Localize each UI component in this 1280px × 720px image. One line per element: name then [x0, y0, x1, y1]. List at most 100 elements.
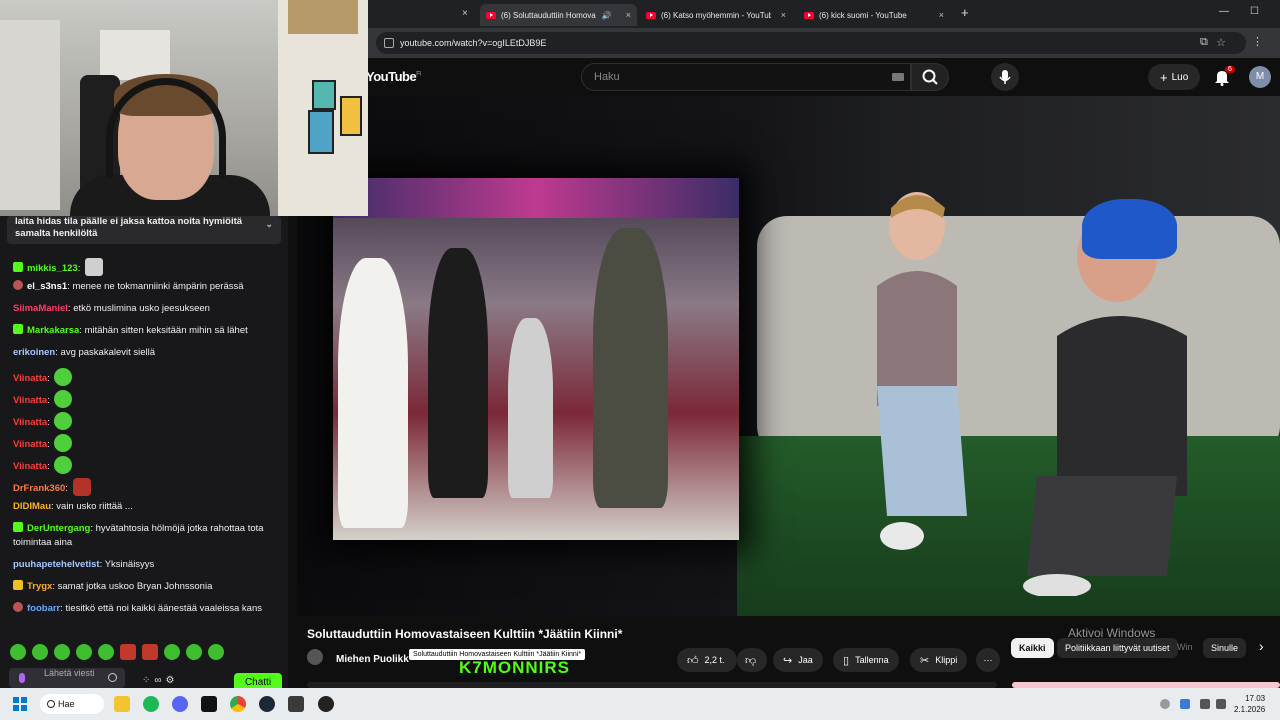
chat-username[interactable]: DerUntergang: [27, 523, 90, 534]
search-placeholder: Haku: [594, 71, 620, 83]
chat-username[interactable]: mikkis_123: [27, 263, 78, 274]
youtube-logo[interactable]: YouTubeFI: [366, 69, 421, 84]
chat-message: DIDIMau: vain usko riittää ...: [13, 501, 133, 512]
chevron-down-icon[interactable]: ⌄: [265, 218, 273, 230]
chat-emote-icon: [54, 412, 73, 430]
logo-text: YouTube: [366, 69, 417, 84]
chat-username[interactable]: Markakarsa: [27, 325, 79, 336]
chat-message: DrFrank360:: [13, 478, 281, 496]
search-button[interactable]: [911, 63, 949, 91]
x-app-icon[interactable]: [201, 696, 217, 712]
tab-kick-suomi[interactable]: (6) kick suomi - YouTube ×: [798, 4, 950, 26]
site-info-icon[interactable]: [384, 38, 394, 48]
new-tab-button[interactable]: +: [961, 5, 969, 20]
emote-icon[interactable]: [76, 644, 92, 660]
windows-start-icon[interactable]: [13, 697, 27, 711]
obs-icon[interactable]: [318, 696, 334, 712]
emote-icon[interactable]: [208, 644, 224, 660]
extensions-icon[interactable]: ⧉: [1200, 36, 1208, 49]
channel-name[interactable]: Miehen Puolikk: [336, 654, 409, 665]
account-avatar[interactable]: M: [1249, 66, 1271, 88]
network-icon[interactable]: [1200, 699, 1210, 709]
volume-icon[interactable]: [1216, 699, 1226, 709]
chips-next-icon[interactable]: ›: [1259, 638, 1264, 654]
emoji-picker-icon[interactable]: [108, 673, 117, 682]
chat-username[interactable]: el_s3ns1: [27, 281, 67, 292]
chat-message-input[interactable]: Lähetä viesti: [9, 668, 125, 688]
emote-icon[interactable]: [186, 644, 202, 660]
chat-username[interactable]: Viinatta: [13, 395, 47, 406]
tab-active-video[interactable]: (6) Soluttauduttiin Homova 🔊 ×: [480, 4, 637, 26]
chat-message: SiimaManiel: etkö muslimina usko jeesuks…: [13, 303, 210, 314]
search-input[interactable]: Haku: [581, 63, 911, 91]
chip-politics-news[interactable]: Politiikkaan liittyvät uutiset: [1057, 638, 1178, 658]
create-button[interactable]: + Luo: [1148, 64, 1201, 90]
rl-app-icon[interactable]: [288, 696, 304, 712]
minimize-icon[interactable]: —: [1219, 6, 1229, 17]
chat-message: DerUntergang: hyvätahtosia hölmöjä jotka…: [13, 522, 264, 548]
tab-watch-later[interactable]: (6) Katso myöhemmin - YouTube ×: [640, 4, 792, 26]
emote-icon[interactable]: [32, 644, 48, 660]
discord-icon[interactable]: [172, 696, 188, 712]
emote-icon[interactable]: [142, 644, 158, 660]
tray-app-icon[interactable]: [1180, 699, 1190, 709]
more-actions-button[interactable]: ⋯: [976, 648, 1000, 672]
chat-username[interactable]: Viinatta: [13, 461, 47, 472]
chat-message-text: vain usko riittää ...: [56, 501, 133, 512]
gear-icon[interactable]: ⚙: [166, 675, 179, 686]
chat-username[interactable]: erikoinen: [13, 347, 55, 358]
maximize-icon[interactable]: ☐: [1250, 6, 1259, 17]
file-explorer-icon[interactable]: [114, 696, 130, 712]
chrome-icon[interactable]: [230, 696, 246, 712]
tab-close-icon[interactable]: ×: [939, 10, 944, 20]
steam-icon[interactable]: [259, 696, 275, 712]
share-label: Jaa: [798, 655, 813, 665]
save-button[interactable]: ▯ Tallenna: [833, 648, 899, 672]
voice-search-button[interactable]: [991, 63, 1019, 91]
chat-message-text: samat jotka uskoo Bryan Johnssonia: [57, 581, 213, 592]
channel-avatar[interactable]: [307, 649, 323, 665]
emote-icon[interactable]: [164, 644, 180, 660]
video-player[interactable]: [297, 96, 1280, 616]
pinned-message[interactable]: laita hidas tila päälle ei jaksa kattoa …: [7, 216, 281, 244]
like-button[interactable]: 👍︎ 2,2 t.: [677, 648, 737, 672]
dislike-button[interactable]: 👎︎: [737, 648, 767, 672]
spotify-icon[interactable]: [143, 696, 159, 712]
tab-label: (6) Katso myöhemmin - YouTube: [661, 10, 771, 20]
chat-username[interactable]: SiimaManiel: [13, 303, 68, 314]
tab-close-icon[interactable]: ×: [462, 8, 468, 19]
chat-message: Viinatta:: [13, 412, 281, 430]
share-button[interactable]: ↪ Jaa: [773, 648, 823, 672]
chat-message: el_s3ns1: menee ne tokmanniinki ämpärin …: [13, 280, 281, 294]
chat-username[interactable]: Viinatta: [13, 373, 47, 384]
chat-username[interactable]: DIDIMau: [13, 501, 51, 512]
tab-close-icon[interactable]: ×: [626, 10, 631, 20]
chat-username[interactable]: puuhapetehelvetist: [13, 559, 100, 570]
bookmark-star-icon[interactable]: ☆: [1216, 36, 1226, 49]
chat-username[interactable]: Viinatta: [13, 417, 47, 428]
emote-icon[interactable]: [10, 644, 26, 660]
clip-button[interactable]: ✂ Klippi: [910, 648, 968, 672]
chip-for-you[interactable]: Sinulle: [1203, 638, 1247, 658]
emote-icon[interactable]: [54, 644, 70, 660]
emote-icon[interactable]: [120, 644, 136, 660]
keyboard-icon[interactable]: [892, 73, 904, 81]
tray-chevron-icon[interactable]: [1160, 699, 1170, 709]
chip-all[interactable]: Kaikki: [1011, 638, 1054, 658]
taskbar-clock[interactable]: 17.03 2.1.2026: [1234, 693, 1265, 715]
chat-username[interactable]: Viinatta: [13, 439, 47, 450]
chat-username[interactable]: foobarr: [27, 603, 60, 614]
stream-overlay-logo: K7MONNIRS: [459, 658, 570, 678]
chat-emote-icon: [54, 390, 73, 408]
chat-username[interactable]: Trygx: [27, 581, 52, 592]
address-bar: youtube.com/watch?v=ogILEtDJB9E ☆ ⧉ ⋮: [368, 28, 1280, 58]
more-icon: ⋯: [983, 654, 993, 665]
speaker-icon[interactable]: 🔊: [602, 11, 612, 20]
tab-close-icon[interactable]: ×: [781, 10, 786, 20]
taskbar-search[interactable]: Hae: [40, 694, 104, 714]
emote-icon[interactable]: [98, 644, 114, 660]
browser-menu-icon[interactable]: ⋮: [1252, 35, 1263, 48]
chat-users-icon[interactable]: ⁘∞: [142, 675, 166, 686]
url-field[interactable]: youtube.com/watch?v=ogILEtDJB9E ☆: [376, 32, 1246, 54]
chat-username[interactable]: DrFrank360: [13, 483, 65, 494]
